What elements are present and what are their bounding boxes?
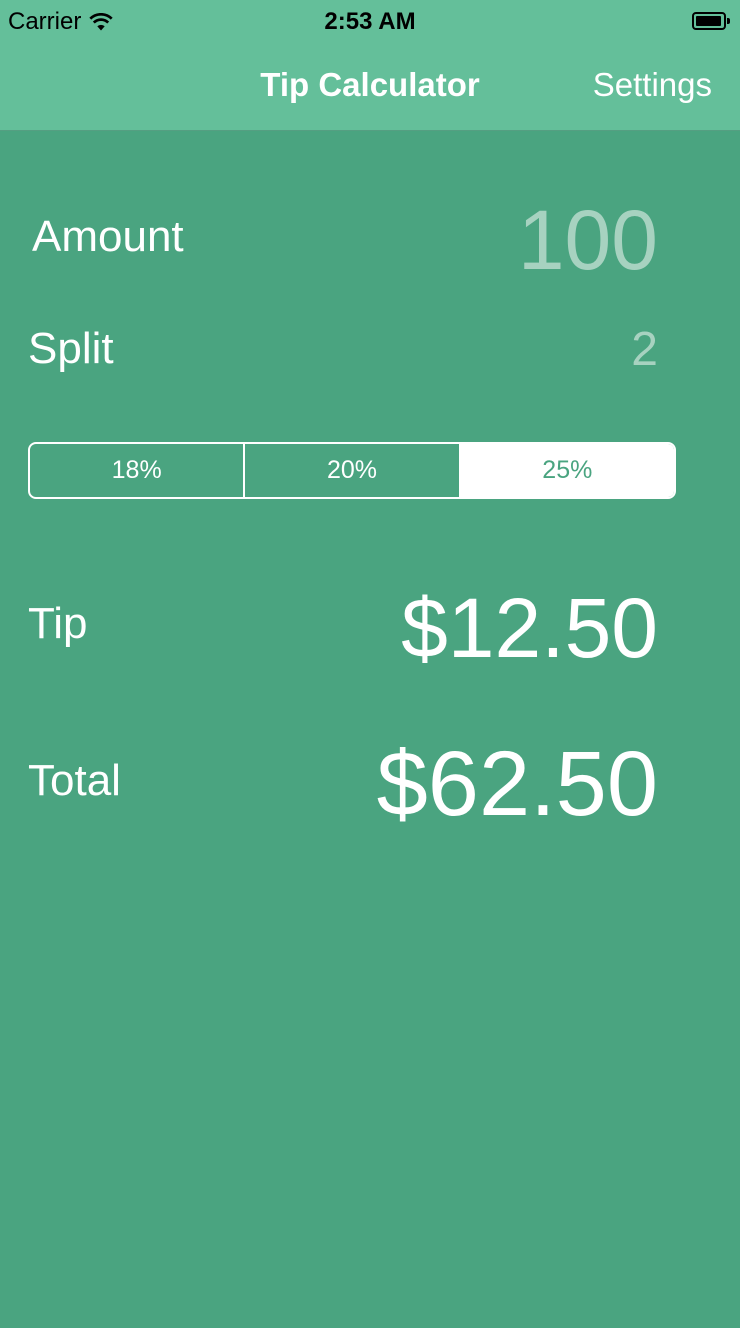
status-time: 2:53 AM: [324, 8, 416, 35]
total-label: Total: [28, 756, 121, 805]
tip-amount: $12.50: [401, 581, 658, 675]
split-label: Split: [28, 324, 114, 373]
battery-tip: [727, 18, 730, 24]
tip-label: Tip: [28, 599, 88, 648]
split-input[interactable]: 2: [631, 322, 658, 377]
tip-percentage-control: 18% 20% 25%: [28, 442, 676, 499]
tip-option-18[interactable]: 18%: [30, 444, 243, 497]
tip-option-20[interactable]: 20%: [243, 444, 458, 497]
battery-fill: [696, 16, 721, 26]
tip-option-25[interactable]: 25%: [458, 444, 674, 497]
settings-button[interactable]: Settings: [593, 66, 712, 104]
status-bar: Carrier 2:53 AM: [0, 0, 740, 40]
battery-icon: [692, 12, 730, 30]
navigation-header: Carrier 2:53 AM Tip Calculator Settings: [0, 0, 740, 131]
amount-input[interactable]: 100: [518, 192, 658, 289]
amount-label: Amount: [32, 212, 184, 261]
total-amount: $62.50: [376, 733, 658, 835]
